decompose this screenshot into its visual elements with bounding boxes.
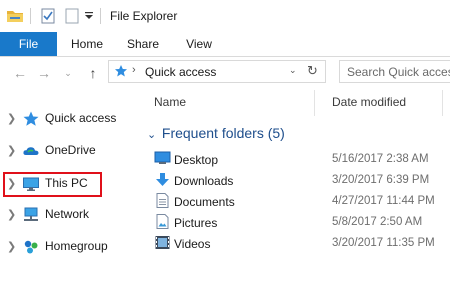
search-placeholder: Search Quick access: [347, 65, 450, 79]
tab-home[interactable]: Home: [66, 32, 108, 56]
breadcrumb-chevron-icon: ›: [132, 64, 136, 76]
expand-chevron-icon[interactable]: ❯: [7, 144, 16, 157]
search-box[interactable]: Search Quick access: [339, 60, 450, 83]
video-icon: [154, 235, 171, 250]
nav-item-quick-access[interactable]: ❯ Quick access: [0, 108, 135, 130]
row-name[interactable]: Documents: [174, 195, 235, 209]
tab-share[interactable]: Share: [122, 32, 164, 56]
frequent-folders-group[interactable]: ⌄ Frequent folders (5): [147, 125, 285, 141]
nav-label-onedrive: OneDrive: [45, 143, 96, 157]
up-arrow-icon[interactable]: ↑: [86, 64, 100, 82]
recent-locations-icon[interactable]: ⌄: [62, 64, 74, 82]
expand-chevron-icon[interactable]: ❯: [7, 112, 16, 125]
address-bar[interactable]: › Quick access ⌄ ↻: [108, 60, 326, 83]
this-pc-highlight-box: [3, 172, 102, 197]
tab-view[interactable]: View: [178, 32, 220, 56]
address-dropdown-icon[interactable]: ⌄: [289, 65, 297, 76]
quick-access-star-icon: [114, 64, 128, 81]
window-title: File Explorer: [110, 9, 178, 23]
toolbar-separator: [30, 8, 31, 24]
column-header-name[interactable]: Name: [154, 95, 186, 109]
nav-label-network: Network: [45, 207, 90, 221]
tab-file[interactable]: File: [0, 32, 57, 56]
star-icon: [22, 110, 40, 128]
toolbar-separator: [100, 8, 101, 24]
nav-label-homegroup: Homegroup: [45, 239, 108, 253]
breadcrumb-quick-access[interactable]: Quick access: [145, 65, 216, 79]
forward-arrow-icon[interactable]: →: [37, 64, 51, 82]
nav-item-network[interactable]: ❯ Network: [0, 204, 135, 226]
back-arrow-icon[interactable]: ←: [13, 64, 27, 82]
row-name[interactable]: Pictures: [174, 216, 217, 230]
desktop-icon: [154, 151, 171, 166]
row-name[interactable]: Desktop: [174, 153, 218, 167]
customize-toolbar-icon[interactable]: [84, 7, 94, 25]
document-icon: [154, 193, 171, 208]
folder-icon[interactable]: [6, 7, 24, 25]
row-name[interactable]: Videos: [174, 237, 210, 251]
row-date: 3/20/2017 11:35 PM: [332, 237, 435, 249]
nav-item-onedrive[interactable]: ❯ OneDrive: [0, 140, 135, 162]
row-date: 5/16/2017 2:38 AM: [332, 153, 429, 165]
network-icon: [22, 206, 40, 224]
pictures-icon: [154, 214, 171, 229]
refresh-icon[interactable]: ↻: [307, 63, 318, 79]
group-title: Frequent folders (5): [161, 125, 285, 141]
homegroup-icon: [22, 238, 40, 256]
collapse-chevron-icon[interactable]: ⌄: [147, 128, 158, 141]
row-date: 5/8/2017 2:50 AM: [332, 216, 423, 228]
column-header-date-modified[interactable]: Date modified: [332, 95, 406, 109]
column-divider[interactable]: [314, 90, 315, 116]
expand-chevron-icon[interactable]: ❯: [7, 240, 16, 253]
row-name[interactable]: Downloads: [174, 174, 233, 188]
row-date: 3/20/2017 6:39 PM: [332, 174, 430, 186]
download-icon: [154, 172, 171, 187]
expand-chevron-icon[interactable]: ❯: [7, 208, 16, 221]
properties-icon[interactable]: [40, 7, 56, 25]
nav-label-quick-access: Quick access: [45, 111, 117, 125]
nav-item-homegroup[interactable]: ❯ Homegroup: [0, 236, 135, 258]
row-date: 4/27/2017 11:44 PM: [332, 195, 435, 207]
column-divider[interactable]: [442, 90, 443, 116]
new-folder-icon[interactable]: [64, 7, 80, 25]
cloud-icon: [22, 142, 40, 160]
